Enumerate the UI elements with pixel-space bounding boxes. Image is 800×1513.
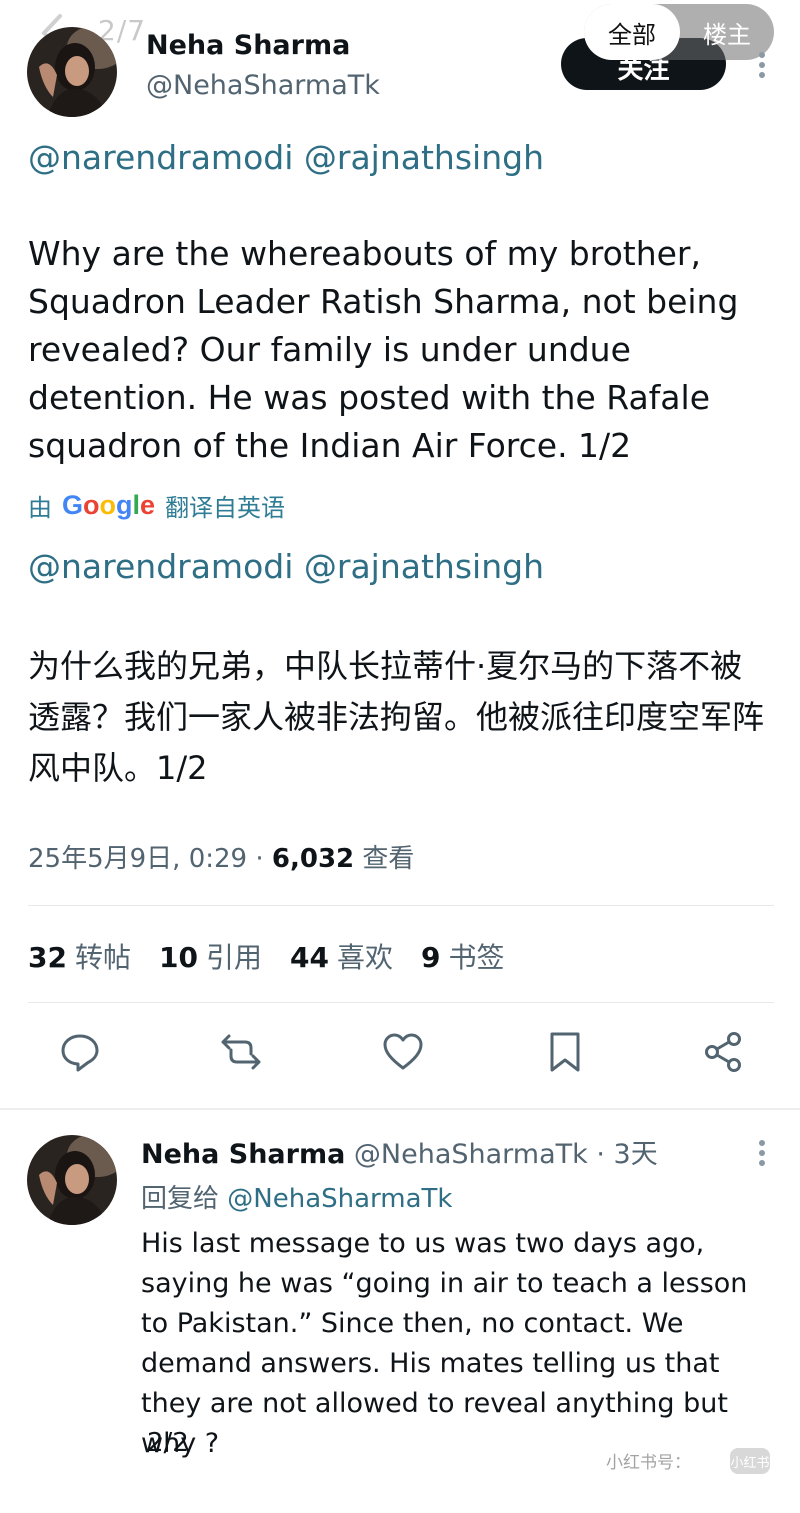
reply-icon [61,1034,99,1072]
stat-reposts[interactable]: 32 转帖 [28,936,131,976]
stat-bookmarks[interactable]: 9 书签 [421,936,505,976]
replying-to: 回复给 @NehaSharmaTk [141,1178,452,1215]
reply-to-handle[interactable]: @NehaSharmaTk [227,1184,452,1214]
reply-button[interactable] [58,1030,106,1082]
post-body-english: Why are the whereabouts of my brother, S… [28,234,739,465]
mention-link[interactable]: @rajnathsingh [304,547,544,586]
author-name[interactable]: Neha Sharma [146,30,350,61]
post-timestamp[interactable]: 25年5月9日, 0:29 · [28,844,272,874]
repost-icon [221,1034,261,1070]
reply-author-name[interactable]: Neha Sharma [141,1139,345,1170]
share-icon [705,1032,741,1072]
more-vertical-icon [759,1140,765,1166]
avatar-photo [27,27,117,117]
avatar-photo [27,1135,117,1225]
bookmark-button[interactable] [543,1030,591,1082]
reply-age: · 3天 [587,1139,658,1170]
post-mentions: @narendramodi @rajnathsingh [28,134,773,182]
reply-to-prefix: 回复给 [141,1184,228,1214]
reply-author-avatar[interactable] [27,1135,117,1225]
reply-more-options-button[interactable] [755,1138,769,1168]
author-handle[interactable]: @NehaSharmaTk [146,70,380,101]
views-count: 6,032 [271,844,355,874]
watermark-logo: 小红书 [730,1448,770,1474]
mention-link[interactable]: @rajnathsingh [304,138,544,177]
engagement-stats: 32 转帖 10 引用 44 喜欢 9 书签 [28,936,504,976]
google-logo: Google [62,490,156,520]
reply-body: His last message to us was two days ago,… [141,1228,748,1459]
heart-icon [383,1033,423,1070]
mention-link[interactable]: @narendramodi [28,138,293,177]
post-meta: 25年5月9日, 0:29 · 6,032 查看 [28,838,414,875]
author-avatar[interactable] [27,27,117,117]
translation-prefix: 由 [28,494,52,522]
post-action-bar [0,1030,800,1086]
views-label: 查看 [354,844,415,874]
divider [0,1108,800,1110]
more-vertical-icon [759,52,765,78]
post-body-chinese: 为什么我的兄弟，中队长拉蒂什·夏尔马的下落不被透露？我们一家人被非法拘留。他被派… [28,647,765,787]
bookmark-icon [550,1032,580,1072]
stat-likes[interactable]: 44 喜欢 [290,936,393,976]
like-button[interactable] [381,1030,429,1082]
stat-quotes[interactable]: 10 引用 [159,936,262,976]
divider [28,1002,774,1003]
segment-all[interactable]: 全部 [584,4,680,60]
translation-attribution[interactable]: 由 Google 翻译自英语 [28,488,285,523]
share-button[interactable] [702,1030,750,1082]
divider [28,905,774,906]
mention-link[interactable]: @narendramodi [28,547,293,586]
more-options-button[interactable] [755,50,769,80]
reply-author-handle[interactable]: @NehaSharmaTk [354,1139,588,1170]
translation-suffix: 翻译自英语 [165,494,286,522]
filter-segment-toggle: 全部 楼主 [584,4,774,60]
watermark-text: 小红书号： [606,1453,691,1473]
repost-button[interactable] [219,1030,267,1082]
reply-thread-index: 2/2 [147,1428,189,1458]
translated-mentions: @narendramodi @rajnathsingh [28,543,773,591]
reply-header: Neha Sharma @NehaSharmaTk · 3天 [141,1132,658,1171]
